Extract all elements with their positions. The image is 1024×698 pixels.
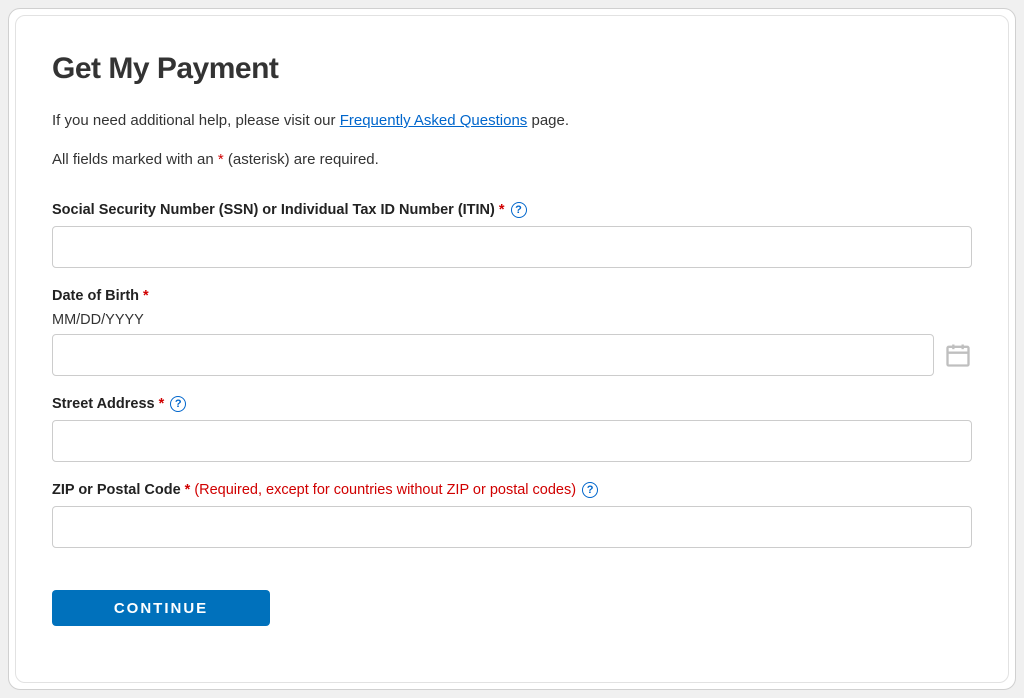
dob-required-asterisk: * — [143, 288, 149, 304]
street-label-row: Street Address * ? — [52, 396, 972, 412]
help-text-suffix: page. — [527, 112, 569, 129]
dob-input[interactable] — [52, 334, 934, 376]
dob-input-row — [52, 334, 972, 376]
ssn-label: Social Security Number (SSN) or Individu… — [52, 202, 495, 218]
ssn-input[interactable] — [52, 226, 972, 268]
help-text-prefix: If you need additional help, please visi… — [52, 112, 340, 129]
required-note-suffix: (asterisk) are required. — [224, 151, 379, 168]
help-icon[interactable]: ? — [582, 482, 598, 498]
page-title: Get My Payment — [52, 52, 972, 86]
dob-label-row: Date of Birth * — [52, 288, 972, 304]
street-input[interactable] — [52, 420, 972, 462]
continue-button[interactable]: CONTINUE — [52, 590, 270, 626]
zip-extra-note: (Required, except for countries without … — [194, 482, 576, 498]
outer-frame: Get My Payment If you need additional he… — [8, 8, 1016, 690]
required-note-prefix: All fields marked with an — [52, 151, 218, 168]
required-fields-note: All fields marked with an * (asterisk) a… — [52, 151, 972, 168]
dob-label: Date of Birth — [52, 288, 139, 304]
zip-input[interactable] — [52, 506, 972, 548]
ssn-label-row: Social Security Number (SSN) or Individu… — [52, 202, 972, 218]
form-card: Get My Payment If you need additional he… — [15, 15, 1009, 683]
street-label: Street Address — [52, 396, 155, 412]
help-icon[interactable]: ? — [511, 202, 527, 218]
street-field-block: Street Address * ? — [52, 396, 972, 462]
street-required-asterisk: * — [159, 396, 165, 412]
calendar-icon[interactable] — [944, 341, 972, 369]
dob-format-hint: MM/DD/YYYY — [52, 312, 972, 328]
help-line: If you need additional help, please visi… — [52, 112, 972, 129]
ssn-required-asterisk: * — [499, 202, 505, 218]
dob-field-block: Date of Birth * MM/DD/YYYY — [52, 288, 972, 376]
help-icon[interactable]: ? — [170, 396, 186, 412]
faq-link[interactable]: Frequently Asked Questions — [340, 112, 528, 129]
zip-field-block: ZIP or Postal Code * (Required, except f… — [52, 482, 972, 548]
ssn-field-block: Social Security Number (SSN) or Individu… — [52, 202, 972, 268]
zip-label-row: ZIP or Postal Code * (Required, except f… — [52, 482, 972, 498]
zip-required-asterisk: * — [185, 482, 191, 498]
zip-label: ZIP or Postal Code — [52, 482, 181, 498]
